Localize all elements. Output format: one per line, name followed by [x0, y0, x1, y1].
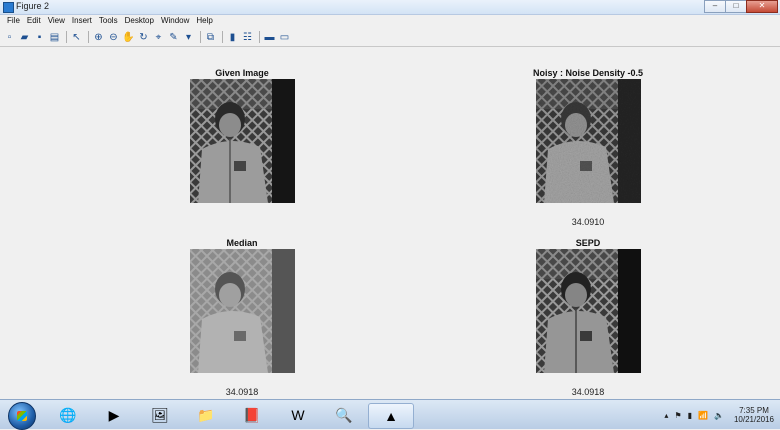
- zoom-out-icon[interactable]: ⊖: [107, 31, 120, 44]
- start-button[interactable]: [8, 402, 36, 430]
- brush-dropdown-icon[interactable]: ▾: [182, 31, 195, 44]
- taskbar: 🌐 ▶ 🖼 📁 📕 W 🔍 ▲ ▴ ⚑ ▮ 📶 🔈 7:35 PM 10/21/…: [0, 399, 780, 430]
- media-icon[interactable]: ▶: [92, 403, 136, 427]
- volume-icon[interactable]: 🔈: [714, 411, 724, 420]
- sepd-value: 34.0918: [571, 387, 605, 397]
- median-image: [190, 249, 295, 373]
- toolbar-separator: [88, 31, 89, 43]
- panel-title-noisy: Noisy : Noise Density -0.5: [532, 68, 644, 78]
- figure-toolbar: ▫ ▰ ▪ ▤ ↖ ⊕ ⊖ ✋ ↻ ⌖ ✎ ▾ ⧉ ▮ ☷ ▬ ▭: [0, 28, 780, 47]
- photos-icon[interactable]: 🖼: [138, 403, 182, 427]
- link-icon[interactable]: ⧉: [204, 31, 217, 44]
- panel-title-median: Median: [226, 238, 258, 248]
- close-button[interactable]: ✕: [746, 0, 778, 13]
- panel-title-given-image: Given Image: [215, 68, 269, 78]
- show-plot-tools-icon[interactable]: ▭: [278, 31, 291, 44]
- data-cursor-icon[interactable]: ⌖: [152, 31, 165, 44]
- menu-tools[interactable]: Tools: [97, 15, 123, 27]
- flag-icon[interactable]: ⚑: [674, 411, 681, 420]
- given-image: [190, 79, 295, 203]
- menu-insert[interactable]: Insert: [70, 15, 97, 27]
- menu-bar: File Edit View Insert Tools Desktop Wind…: [0, 15, 780, 27]
- word-icon[interactable]: W: [276, 403, 320, 427]
- menu-help[interactable]: Help: [194, 15, 217, 27]
- menu-desktop[interactable]: Desktop: [123, 15, 159, 27]
- menu-edit[interactable]: Edit: [25, 15, 46, 27]
- menu-window[interactable]: Window: [159, 15, 194, 27]
- rotate-icon[interactable]: ↻: [137, 31, 150, 44]
- colorbar-icon[interactable]: ▮: [226, 31, 239, 44]
- clock-date: 10/21/2016: [733, 415, 774, 424]
- new-figure-icon[interactable]: ▫: [3, 31, 16, 44]
- toolbar-separator: [200, 31, 201, 43]
- network-icon[interactable]: 📶: [698, 411, 708, 420]
- matlab-icon[interactable]: ▲: [368, 403, 414, 429]
- tray-arrow-icon[interactable]: ▴: [664, 411, 668, 420]
- minimize-button[interactable]: –: [704, 0, 726, 13]
- system-tray: ▴ ⚑ ▮ 📶 🔈 7:35 PM 10/21/2016: [658, 403, 774, 427]
- pointer-icon[interactable]: ↖: [70, 31, 83, 44]
- window-title: Figure 2: [16, 1, 50, 11]
- pdf-icon[interactable]: 📕: [230, 403, 274, 427]
- menu-file[interactable]: File: [5, 15, 25, 27]
- toolbar-separator: [66, 31, 67, 43]
- battery-icon[interactable]: ▮: [688, 411, 692, 420]
- folder-icon[interactable]: 📁: [184, 403, 228, 427]
- hide-plot-tools-icon[interactable]: ▬: [263, 31, 276, 44]
- save-icon[interactable]: ▪: [33, 31, 46, 44]
- clock-time: 7:35 PM: [739, 406, 769, 415]
- print-icon[interactable]: ▤: [48, 31, 61, 44]
- menu-view[interactable]: View: [46, 15, 70, 27]
- maximize-button[interactable]: □: [725, 0, 747, 13]
- noisy-image: [536, 79, 641, 203]
- pan-icon[interactable]: ✋: [122, 31, 135, 44]
- ie-icon[interactable]: 🌐: [46, 403, 90, 427]
- sepd-image: [536, 249, 641, 373]
- clock[interactable]: 7:35 PM 10/21/2016: [734, 406, 774, 424]
- noisy-value: 34.0910: [571, 217, 605, 227]
- legend-icon[interactable]: ☷: [241, 31, 254, 44]
- open-file-icon[interactable]: ▰: [18, 31, 31, 44]
- toolbar-separator: [259, 31, 260, 43]
- panel-title-sepd: SEPD: [575, 238, 601, 248]
- median-value: 34.0918: [225, 387, 259, 397]
- figure-icon: [3, 2, 14, 13]
- brush-icon[interactable]: ✎: [167, 31, 180, 44]
- title-bar: Figure 2 – □ ✕: [0, 0, 780, 15]
- toolbar-separator: [222, 31, 223, 43]
- search-icon[interactable]: 🔍: [322, 403, 366, 427]
- zoom-in-icon[interactable]: ⊕: [92, 31, 105, 44]
